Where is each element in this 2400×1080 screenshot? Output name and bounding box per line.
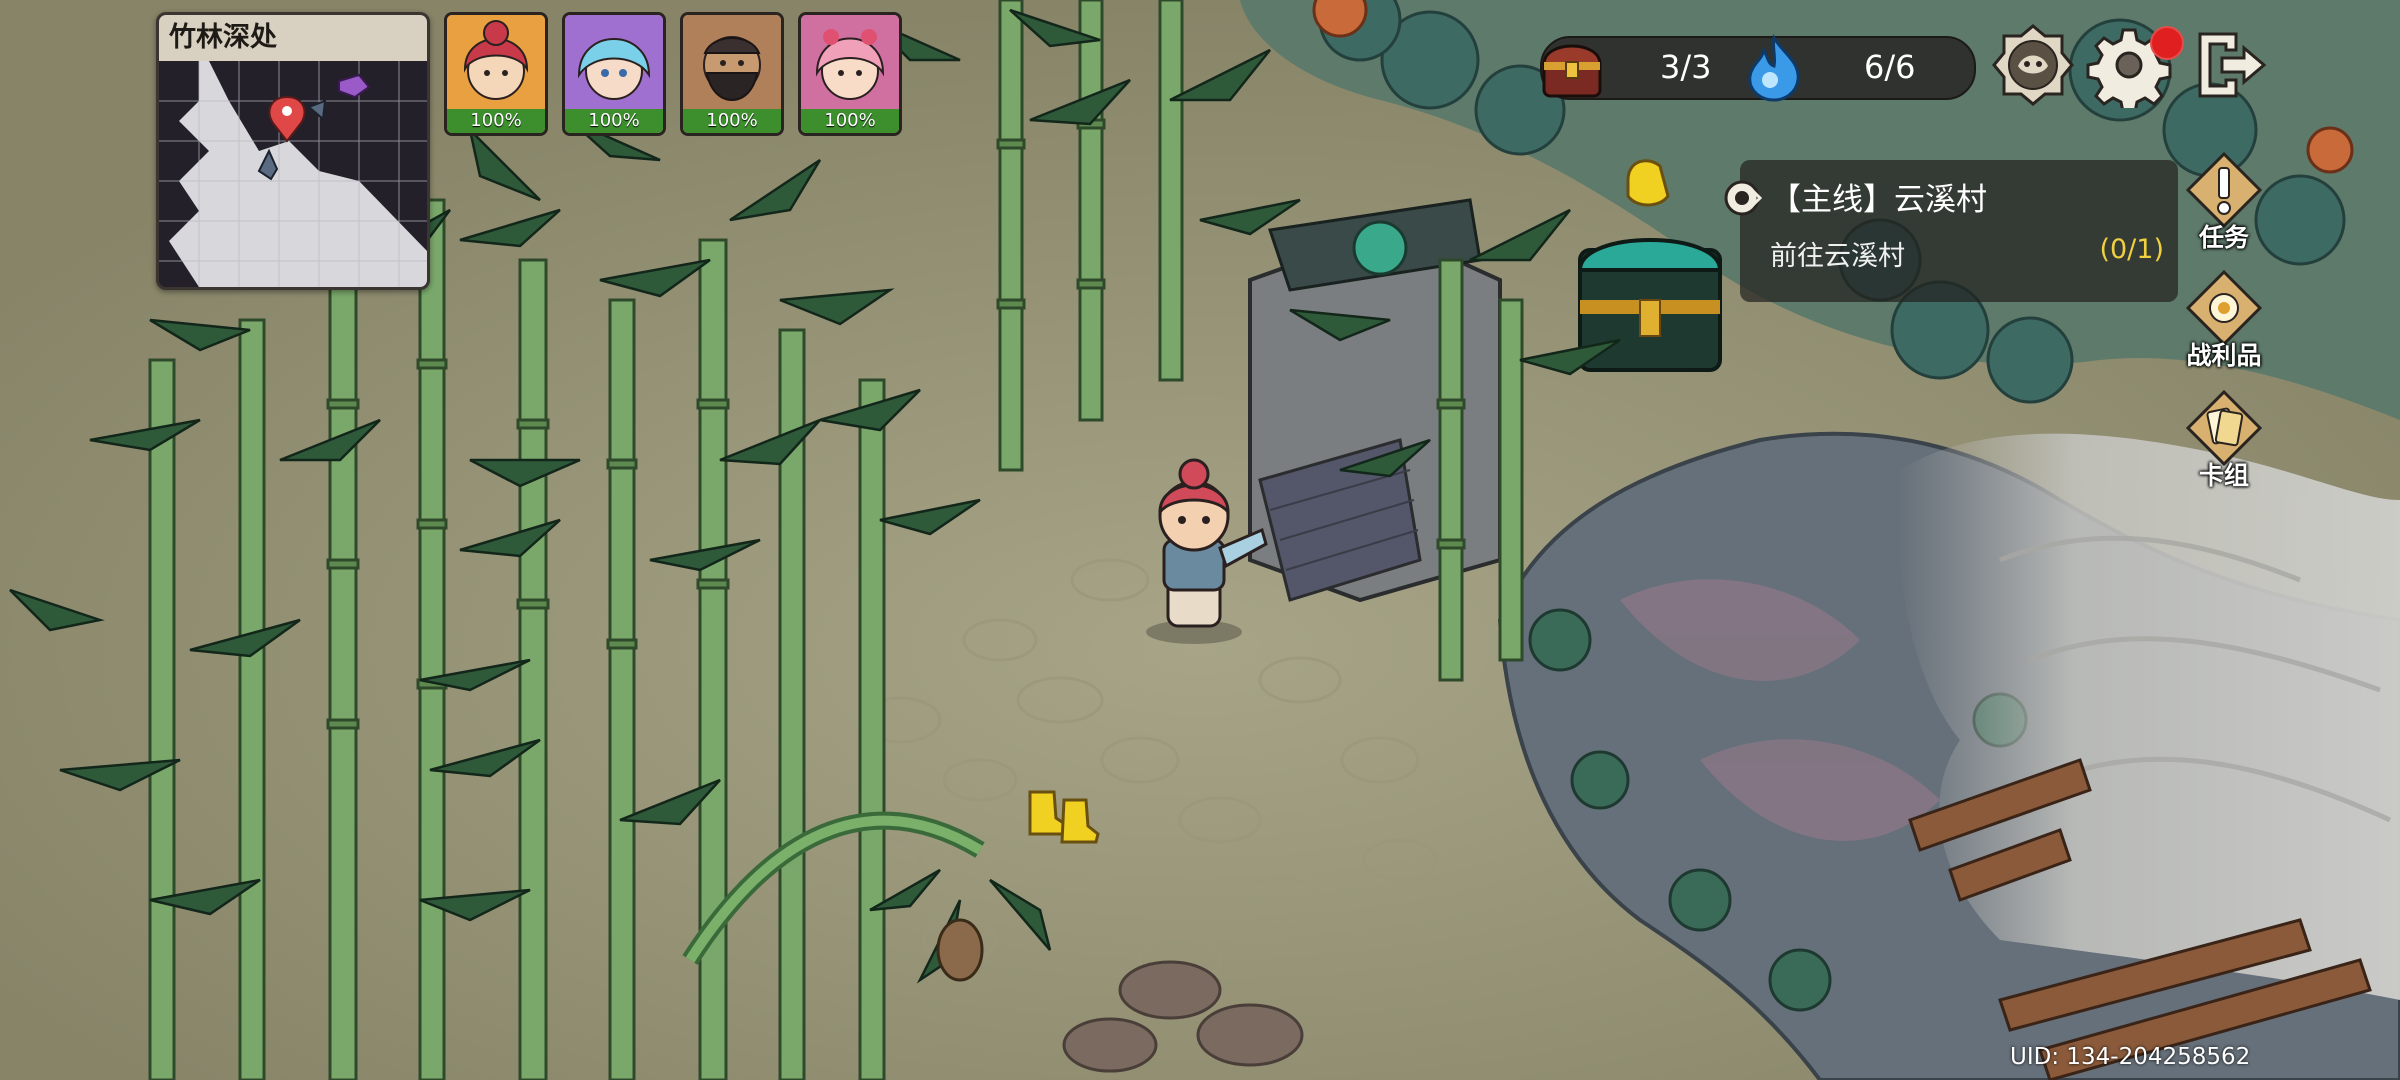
area-name: 竹林深处: [159, 15, 427, 61]
party-member-3[interactable]: 100%: [680, 12, 784, 136]
mask-badge-icon: [1992, 24, 2074, 106]
loot-button[interactable]: 战利品: [2176, 268, 2272, 378]
party-member-hp: 100%: [447, 109, 545, 133]
minimap-canvas: [159, 61, 427, 287]
resource-bar: 3/3 6/6: [1540, 34, 1976, 102]
chest-count: 3/3: [1660, 48, 1712, 86]
quest-navigate-icon[interactable]: [1722, 178, 1762, 218]
deck-button[interactable]: 卡组: [2176, 388, 2272, 498]
treasure-chest-icon: [1542, 44, 1602, 98]
user-id: UID: 134-204258562: [2010, 1044, 2251, 1070]
pink-haired-girl-portrait: [801, 15, 899, 109]
quest-tracker[interactable]: 【主线】云溪村 前往云溪村 (0/1): [1740, 160, 2178, 302]
tasks-button[interactable]: 任务: [2176, 150, 2272, 260]
red-haired-girl-portrait: [447, 15, 545, 109]
quest-progress: (0/1): [2099, 234, 2164, 265]
party-member-hp: 100%: [565, 109, 663, 133]
party-member-hp: 100%: [683, 109, 781, 133]
stamina-count: 6/6: [1864, 48, 1916, 86]
blue-haired-girl-portrait: [565, 15, 663, 109]
party-member-2[interactable]: 100%: [562, 12, 666, 136]
exit-door-icon: [2198, 32, 2267, 98]
codex-button[interactable]: [1990, 22, 2076, 108]
party-member-hp: 100%: [801, 109, 899, 133]
quest-description: 前往云溪村: [1770, 241, 1905, 272]
quest-title: 【主线】云溪村: [1770, 182, 1987, 218]
tasks-label: 任务: [2198, 223, 2249, 252]
deck-label: 卡组: [2198, 461, 2249, 490]
loot-label: 战利品: [2186, 341, 2262, 370]
minimap[interactable]: 竹林深处: [156, 12, 430, 290]
bearded-warrior-portrait: [683, 15, 781, 109]
party-member-1[interactable]: 100%: [444, 12, 548, 136]
exit-button[interactable]: [2186, 22, 2272, 108]
party-member-4[interactable]: 100%: [798, 12, 902, 136]
notification-dot: [2150, 26, 2184, 60]
blue-flame-icon: [1748, 34, 1800, 102]
